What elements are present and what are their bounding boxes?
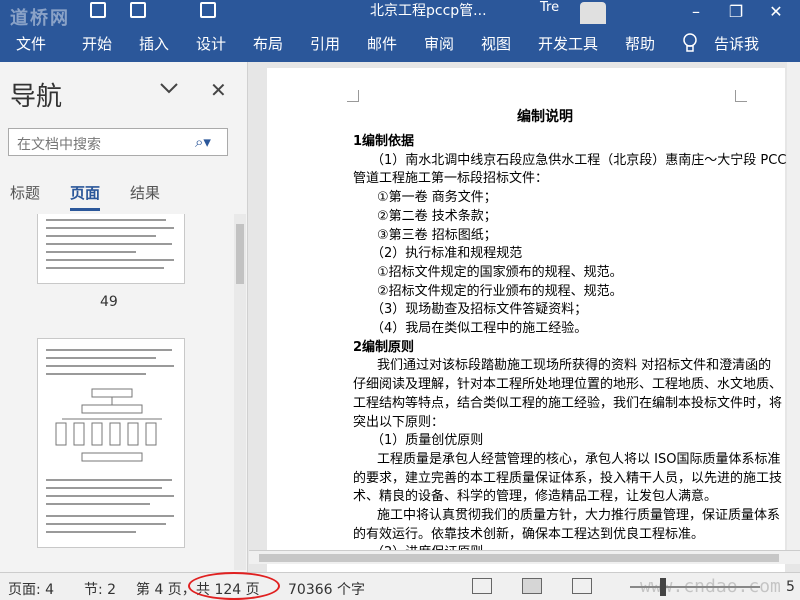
zoom-level[interactable]: 5 [786, 579, 795, 595]
active-tab-indicator [70, 208, 100, 211]
minimize-icon[interactable]: – [686, 2, 706, 22]
lightbulb-icon[interactable] [682, 33, 698, 55]
paragraph-line: ③第三卷 招标图纸； [377, 227, 497, 243]
close-icon[interactable]: ✕ [210, 78, 227, 102]
paragraph-line: 仔细阅读及理解，针对本工程所处地理位置的地形、工程地质、水文地质、 [353, 377, 783, 393]
document-page[interactable]: 编制说明 1编制依据 （1）南水北调中线京石段应急供水工程（北京段）惠南庄～大宁段… [267, 68, 794, 572]
page-thumbnail[interactable] [37, 338, 185, 548]
paragraph-line: ①招标文件规定的国家颁布的规程、规范。 [377, 264, 623, 280]
web-layout-icon[interactable] [572, 578, 592, 594]
menu-insert[interactable]: 插入 [139, 33, 169, 54]
paragraph-line: ②第二卷 技术条款； [377, 208, 497, 224]
tab-headings[interactable]: 标题 [10, 182, 40, 203]
title-bar: 道桥网 北京工程pccp管... Tre – ❐ ✕ [0, 0, 800, 26]
page-thumbnails: 49 [0, 214, 234, 570]
quick-access-icon[interactable] [200, 2, 216, 18]
paragraph-line: （1）南水北调中线京石段应急供水工程（北京段）惠南庄～大宁段 PCCP [371, 152, 795, 168]
document-heading: 编制说明 [517, 109, 573, 125]
menu-references[interactable]: 引用 [310, 33, 340, 54]
menu-help[interactable]: 帮助 [625, 33, 655, 54]
status-bar: 页面: 4 节: 2 第 4 页， 共 124 页 70366 个字 www.c… [0, 572, 800, 600]
margin-mark [347, 90, 359, 102]
chevron-down-icon[interactable] [160, 82, 178, 94]
paragraph-line: 工程质量是承包人经营管理的核心，承包人将以 ISO国际质量体系标准 [377, 451, 781, 467]
ribbon-tabs: 文件 开始 插入 设计 布局 引用 邮件 审阅 视图 开发工具 帮助 告诉我 [0, 26, 800, 62]
flowchart-thumbnail [55, 388, 162, 462]
search-icon[interactable]: ⌕▾ [195, 133, 211, 151]
paragraph-line: 突出以下原则： [353, 414, 445, 430]
paragraph-line: 术、精良的设备、科学的管理，修造精品工程，让发包人满意。 [353, 489, 718, 505]
document-area: 编制说明 1编制依据 （1）南水北调中线京石段应急供水工程（北京段）惠南庄～大宁段… [249, 62, 800, 572]
document-title: 北京工程pccp管... [370, 3, 487, 19]
nav-title: 导航 [10, 82, 63, 112]
zoom-slider[interactable] [630, 586, 760, 588]
paragraph-line: （2）执行标准和规程规范 [371, 246, 523, 262]
avatar[interactable] [580, 2, 606, 24]
horizontal-scrollbar[interactable] [249, 550, 800, 564]
margin-mark [735, 90, 747, 102]
zoom-slider-knob[interactable] [660, 578, 666, 596]
menu-developer[interactable]: 开发工具 [538, 33, 598, 54]
nav-scrollbar[interactable] [234, 214, 246, 570]
paragraph-line: ①第一卷 商务文件； [377, 190, 497, 206]
page-thumbnail[interactable] [37, 214, 185, 284]
paragraph-line: 的要求，建立完善的本工程质量保证体系，投入精干人员，以先进的施工技 [353, 470, 783, 486]
user-name[interactable]: Tre [540, 0, 559, 15]
close-window-icon[interactable]: ✕ [766, 2, 786, 22]
tab-pages[interactable]: 页面 [70, 182, 100, 203]
section-heading: 1编制依据 [353, 134, 415, 149]
print-layout-icon[interactable] [522, 578, 542, 594]
menu-file[interactable]: 文件 [16, 33, 46, 54]
paragraph-line: 管道工程施工第一标段招标文件： [353, 171, 549, 187]
status-word-count[interactable]: 70366 个字 [288, 579, 365, 599]
paragraph-line: （4）我局在类似工程中的施工经验。 [371, 321, 588, 336]
menu-review[interactable]: 审阅 [424, 33, 454, 54]
status-page-of[interactable]: 第 4 页， [136, 579, 196, 599]
menu-design[interactable]: 设计 [196, 33, 226, 54]
save-icon[interactable] [90, 2, 106, 18]
maximize-icon[interactable]: ❐ [726, 2, 746, 22]
document-scrollbar[interactable] [787, 62, 800, 550]
section-heading: 2编制原则 [353, 339, 415, 355]
site-watermark: 道桥网 [10, 8, 70, 26]
highlight-circle [188, 572, 280, 600]
search-placeholder: 在文档中搜索 [17, 137, 101, 153]
paragraph-line: （3）现场勘查及招标文件答疑资料； [371, 302, 588, 318]
search-input[interactable]: 在文档中搜索 ⌕▾ [8, 128, 228, 156]
paragraph-line: 我们通过对该标段踏勘施工现场所获得的资料 对招标文件和澄清函的 [377, 358, 772, 374]
thumbnail-page-number: 49 [100, 294, 118, 310]
status-page[interactable]: 页面: 4 [8, 579, 54, 599]
word-window: 道桥网 北京工程pccp管... Tre – ❐ ✕ 文件 开始 插入 设计 布… [0, 0, 800, 600]
read-mode-icon[interactable] [472, 578, 492, 594]
paragraph-line: 施工中将认真贯彻我们的质量方针，大力推行质量管理，保证质量体系 [377, 508, 781, 523]
menu-tell-me[interactable]: 告诉我 [714, 33, 759, 54]
paragraph-line: 的有效运行。依靠技术创新，确保本工程达到优良工程标准。 [353, 526, 705, 542]
menu-home[interactable]: 开始 [82, 33, 112, 54]
paragraph-line: 工程结构等特点，结合类似工程的施工经验，我们在编制本投标文件时，将 [353, 395, 783, 411]
paragraph-line: （1）质量创优原则 [371, 433, 484, 449]
menu-view[interactable]: 视图 [481, 33, 511, 54]
menu-layout[interactable]: 布局 [253, 33, 283, 54]
menu-mailings[interactable]: 邮件 [367, 33, 397, 54]
navigation-pane: 导航 ✕ 在文档中搜索 ⌕▾ 标题 页面 结果 49 [0, 62, 248, 572]
tab-results[interactable]: 结果 [130, 182, 160, 203]
status-section[interactable]: 节: 2 [84, 579, 116, 599]
paragraph-line: ②招标文件规定的行业颁布的规程、规范。 [377, 283, 623, 299]
undo-icon[interactable] [130, 2, 146, 18]
